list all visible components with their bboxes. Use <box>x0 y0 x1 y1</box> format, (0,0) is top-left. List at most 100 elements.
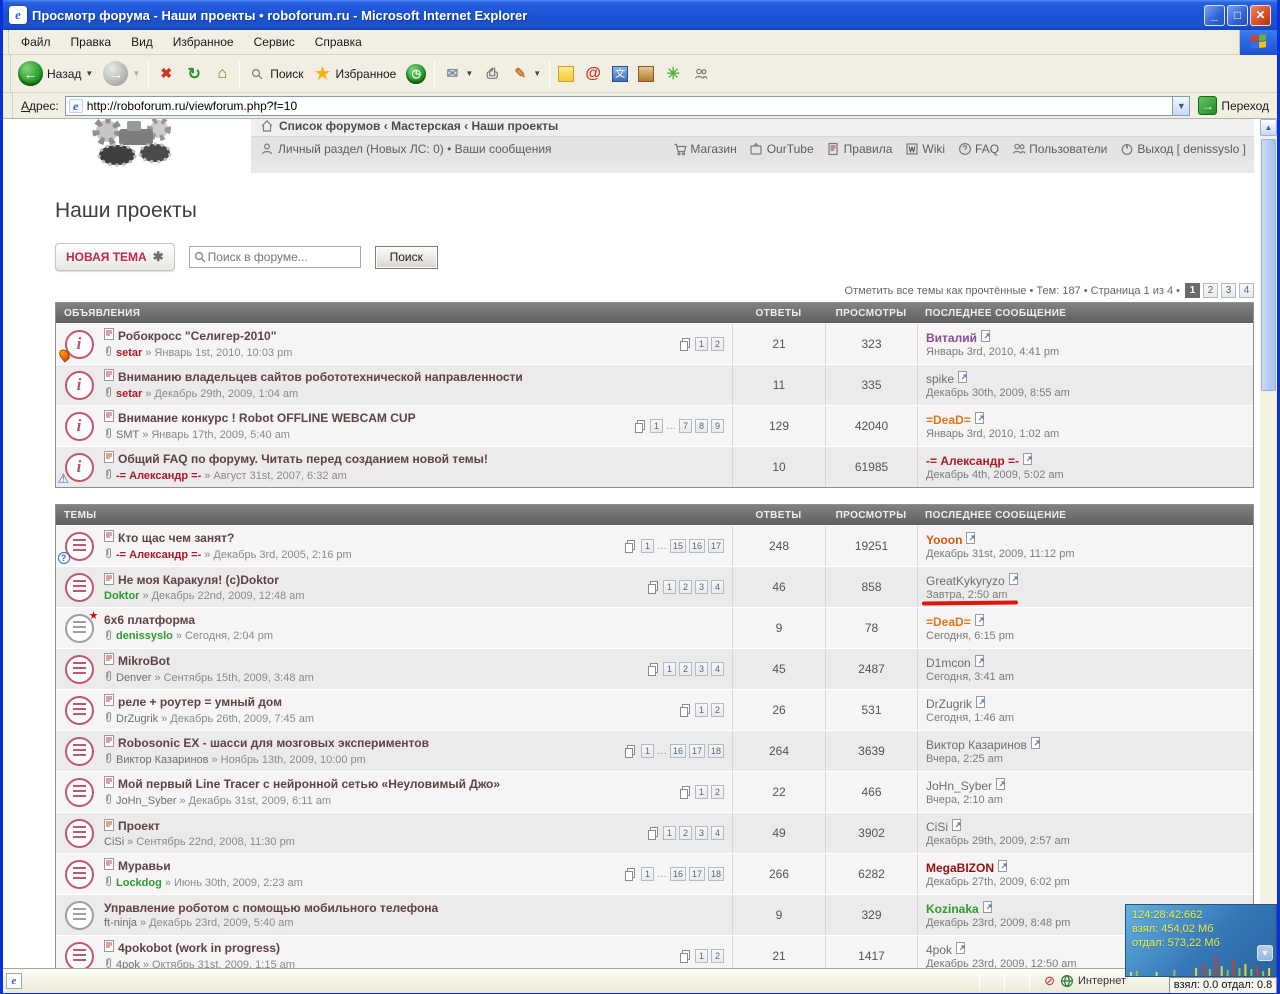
messenger-button[interactable] <box>687 62 715 86</box>
topic-title-link[interactable]: Муравьи <box>118 859 171 874</box>
topic-author-link[interactable]: 4pok <box>116 959 140 969</box>
goto-lastpost-icon[interactable] <box>975 655 986 670</box>
topic-page-9[interactable]: 9 <box>711 419 724 433</box>
lastpost-author-link[interactable]: GreatKykyryzo <box>926 574 1005 588</box>
minimize-button[interactable]: _ <box>1204 5 1225 26</box>
lastpost-author-link[interactable]: spike <box>926 372 954 386</box>
scrollbar-thumb[interactable] <box>1261 139 1276 391</box>
mail-at-button[interactable]: @ <box>579 62 607 86</box>
topic-author-link[interactable]: CiSi <box>104 836 124 848</box>
personal-section-link[interactable]: Личный раздел (Новых ЛС: 0) • Ваши сообщ… <box>259 142 552 156</box>
topic-title-link[interactable]: MikroBot <box>118 654 170 669</box>
topic-page-1[interactable]: 1 <box>695 785 708 799</box>
header-link-power[interactable]: Выход [ denissyslo ] <box>1119 142 1246 156</box>
topic-author-link[interactable]: setar <box>116 347 142 359</box>
title-bar[interactable]: e Просмотр форума - Наши проекты • robof… <box>3 0 1277 30</box>
favorites-button[interactable]: ★Избранное <box>309 62 402 86</box>
header-link-tv[interactable]: OurTube <box>749 142 814 156</box>
header-link-users[interactable]: Пользователи <box>1011 142 1107 156</box>
traffic-monitor-widget[interactable]: 124:28:42:662 взял: 454,02 Мб отдал: 573… <box>1125 904 1277 993</box>
topic-author-link[interactable]: DrZugrik <box>116 713 158 725</box>
topic-page-1[interactable]: 1 <box>663 580 676 594</box>
topic-title-link[interactable]: 6x6 платформа <box>104 613 195 628</box>
topic-page-3[interactable]: 3 <box>695 580 708 594</box>
address-input[interactable]: e http://roboforum.ru/viewforum.php?f=10… <box>65 96 1191 116</box>
topic-author-link[interactable]: JoHn_Syber <box>116 795 177 807</box>
topic-title-link[interactable]: 4pokobot (work in progress) <box>118 941 280 956</box>
mail-dropdown-icon[interactable]: ▼ <box>465 69 473 78</box>
topic-page-1[interactable]: 1 <box>663 826 676 840</box>
lastpost-author-link[interactable]: DrZugrik <box>926 697 972 711</box>
topic-page-1[interactable]: 1 <box>695 703 708 717</box>
forum-search-box[interactable] <box>189 246 361 268</box>
pagination-page-4[interactable]: 4 <box>1239 283 1254 298</box>
goto-lastpost-icon[interactable] <box>1009 573 1020 588</box>
menu-вид[interactable]: Вид <box>121 31 163 53</box>
goto-lastpost-icon[interactable] <box>998 860 1009 875</box>
topic-title-link[interactable]: Внимание конкурс ! Robot OFFLINE WEBCAM … <box>118 411 416 426</box>
menu-справка[interactable]: Справка <box>305 31 372 53</box>
topic-author-link[interactable]: Denver <box>116 672 151 684</box>
notes-button[interactable] <box>553 63 579 85</box>
topic-page-3[interactable]: 3 <box>695 826 708 840</box>
vertical-scrollbar[interactable]: ▲ ▼ <box>1260 119 1277 968</box>
goto-lastpost-icon[interactable] <box>983 901 994 916</box>
go-button[interactable]: → Переход <box>1194 96 1273 115</box>
translate-button[interactable]: 文 <box>607 63 633 85</box>
print-button[interactable]: ⎙ <box>478 62 506 86</box>
topic-title-link[interactable]: Robosonic EX - шасси для мозговых экспер… <box>118 736 429 751</box>
lastpost-author-link[interactable]: Виктор Казаринов <box>926 738 1027 752</box>
header-link-question[interactable]: FAQ <box>957 142 999 156</box>
maximize-button[interactable]: □ <box>1227 5 1248 26</box>
topic-title-link[interactable]: Общий FAQ по форуму. Читать перед создан… <box>118 452 488 467</box>
topic-page-16[interactable]: 16 <box>689 539 705 553</box>
goto-lastpost-icon[interactable] <box>958 371 969 386</box>
icq-button[interactable]: ✳ <box>659 62 687 86</box>
topic-page-2[interactable]: 2 <box>679 580 692 594</box>
edit-button[interactable]: ✎▼ <box>506 62 546 86</box>
topic-author-link[interactable]: -= Александр =- <box>116 470 201 482</box>
forum-search-input[interactable] <box>208 250 348 264</box>
menu-файл[interactable]: Файл <box>11 31 61 53</box>
lastpost-author-link[interactable]: Kozinaka <box>926 902 979 916</box>
address-dropdown-button[interactable]: ▼ <box>1172 97 1189 115</box>
pagination-page-3[interactable]: 3 <box>1221 283 1236 298</box>
home-button[interactable]: ⌂ <box>208 62 236 86</box>
lastpost-author-link[interactable]: Yooon <box>926 533 962 547</box>
goto-lastpost-icon[interactable] <box>975 412 986 427</box>
mail-button[interactable]: ✉▼ <box>438 62 478 86</box>
pagination-page-1[interactable]: 1 <box>1185 283 1200 298</box>
goto-lastpost-icon[interactable] <box>976 696 987 711</box>
topic-page-2[interactable]: 2 <box>711 337 724 351</box>
topic-author-link[interactable]: -= Александр =- <box>116 549 201 561</box>
mark-read-link[interactable]: Отметить все темы как прочтённые • Тем: … <box>845 285 1180 297</box>
topic-page-18[interactable]: 18 <box>708 867 724 881</box>
topic-page-1[interactable]: 1 <box>695 337 708 351</box>
topic-title-link[interactable]: Вниманию владельцев сайтов робототехниче… <box>118 370 523 385</box>
breadcrumb[interactable]: Список форумов ‹ Мастерская ‹ Наши проек… <box>251 119 1254 137</box>
topic-page-8[interactable]: 8 <box>695 419 708 433</box>
topic-author-link[interactable]: Виктор Казаринов <box>116 754 209 766</box>
topic-title-link[interactable]: Управление роботом с помощью мобильного … <box>104 901 438 916</box>
topic-page-2[interactable]: 2 <box>711 785 724 799</box>
topic-page-1[interactable]: 1 <box>641 539 654 553</box>
lastpost-author-link[interactable]: =DeaD= <box>926 615 971 629</box>
new-topic-button[interactable]: НОВАЯ ТЕМА ✱ <box>55 243 175 271</box>
lastpost-author-link[interactable]: =DeaD= <box>926 413 971 427</box>
goto-lastpost-icon[interactable] <box>996 778 1007 793</box>
goto-lastpost-icon[interactable] <box>981 330 992 345</box>
history-button[interactable]: ◷ <box>401 61 431 87</box>
lastpost-author-link[interactable]: CiSi <box>926 820 948 834</box>
topic-page-17[interactable]: 17 <box>708 539 724 553</box>
topic-page-4[interactable]: 4 <box>711 826 724 840</box>
topic-page-1[interactable]: 1 <box>695 949 708 963</box>
search-button[interactable]: Поиск <box>243 62 308 86</box>
menu-избранное[interactable]: Избранное <box>163 31 244 53</box>
topic-page-1[interactable]: 1 <box>650 419 663 433</box>
refresh-button[interactable]: ↻ <box>180 62 208 86</box>
topic-page-17[interactable]: 17 <box>689 867 705 881</box>
topic-title-link[interactable]: Робокросс "Селигер-2010" <box>118 329 276 344</box>
topic-page-16[interactable]: 16 <box>670 867 686 881</box>
topic-author-link[interactable]: denissyslo <box>116 630 173 642</box>
goto-lastpost-icon[interactable] <box>956 942 967 957</box>
